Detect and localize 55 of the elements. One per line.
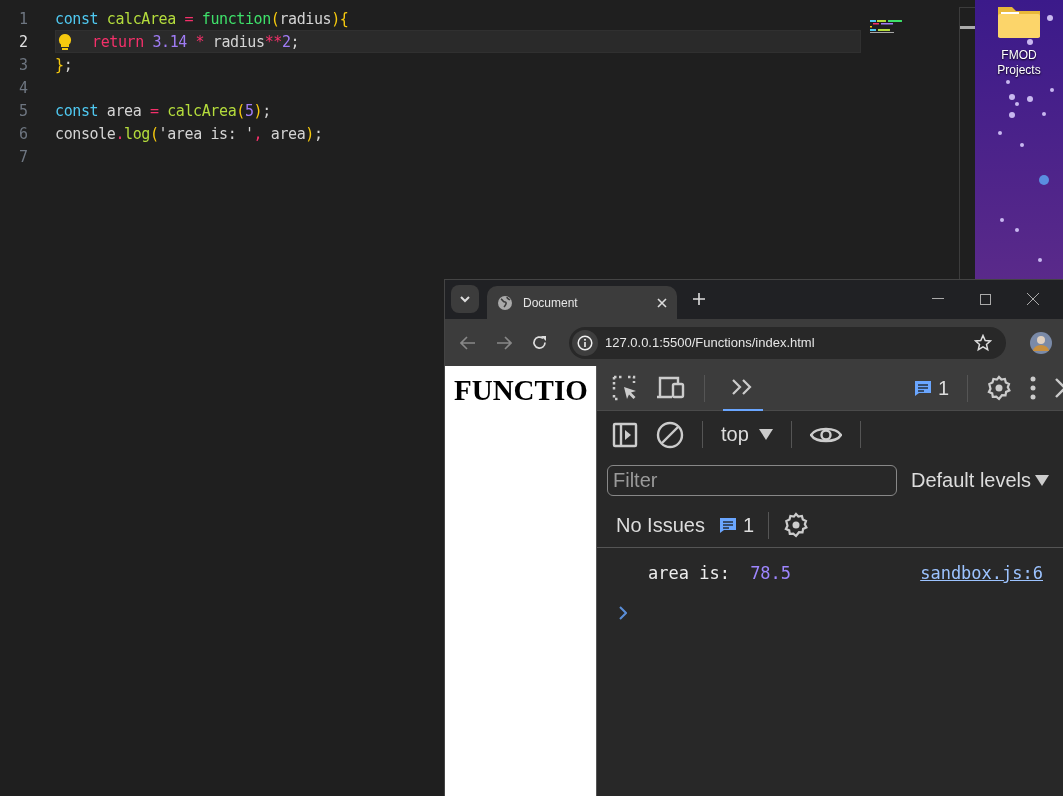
message-icon [718,516,737,534]
inspect-element-icon[interactable] [612,375,638,401]
tab-title: Document [523,295,579,310]
kebab-menu-icon[interactable] [1030,376,1036,400]
code-line: return 3.14 * radius**2; [92,32,300,51]
sidebar-toggle-icon[interactable] [612,421,638,448]
browser-tab[interactable]: Document [487,286,677,319]
address-bar[interactable]: 127.0.0.1:5500/Functions/index.html [569,326,1006,359]
filter-field[interactable]: Filter [607,465,897,496]
message-icon [913,379,932,397]
issues-label: No Issues [616,513,705,537]
code-line: const calcArea = function(radius){ [55,9,349,28]
desktop-icon-label[interactable]: FMOD Projects [989,48,1049,78]
console-value: 78.5 [750,563,792,583]
code-line: }; [55,55,73,74]
line-number: 2 [17,32,29,51]
settings-icon[interactable] [986,375,1012,401]
reload-icon[interactable] [532,335,547,350]
console-message: area is: [648,563,731,583]
chevron-down-icon [460,295,470,303]
messages-badge[interactable]: 1 [913,376,949,400]
line-number: 7 [17,147,29,166]
line-number: 3 [17,55,29,74]
back-arrow-icon[interactable] [460,335,476,350]
maximize-icon[interactable] [980,293,991,305]
context-dropdown[interactable]: top [721,423,773,446]
issues-badge[interactable]: 1 [718,513,755,537]
info-icon[interactable] [577,334,593,351]
plus-icon[interactable] [693,293,705,305]
star-icon[interactable] [974,333,992,352]
line-number: 6 [17,124,29,143]
source-link[interactable]: sandbox.js:6 [920,563,1043,583]
forward-arrow-icon[interactable] [496,335,512,350]
code-line: console.log('area is: ', area); [55,124,323,143]
url-text: 127.0.0.1:5500/Functions/index.html [605,335,816,350]
minimize-icon[interactable] [932,298,944,300]
line-number: 4 [17,78,29,97]
log-levels-dropdown[interactable]: Default levels [911,469,1050,492]
tab-list-button[interactable] [451,285,479,313]
dropdown-triangle-icon [1035,475,1050,486]
avatar-icon[interactable] [1030,331,1052,354]
clear-console-icon[interactable] [656,420,684,449]
lightbulb-icon[interactable] [58,32,72,51]
line-number: 1 [17,9,29,28]
folder-icon[interactable] [997,4,1041,38]
close-icon[interactable] [1027,293,1039,305]
scrollbar-thumb[interactable] [960,26,975,29]
line-number: 5 [17,101,29,120]
prompt-chevron-icon[interactable] [619,606,627,620]
device-toolbar-icon[interactable] [656,376,686,400]
dropdown-triangle-icon [758,429,773,440]
code-line: const area = calcArea(5); [55,101,271,120]
page-heading: FUNCTIO [454,374,589,407]
globe-icon [497,294,513,311]
settings-icon[interactable] [783,512,810,538]
